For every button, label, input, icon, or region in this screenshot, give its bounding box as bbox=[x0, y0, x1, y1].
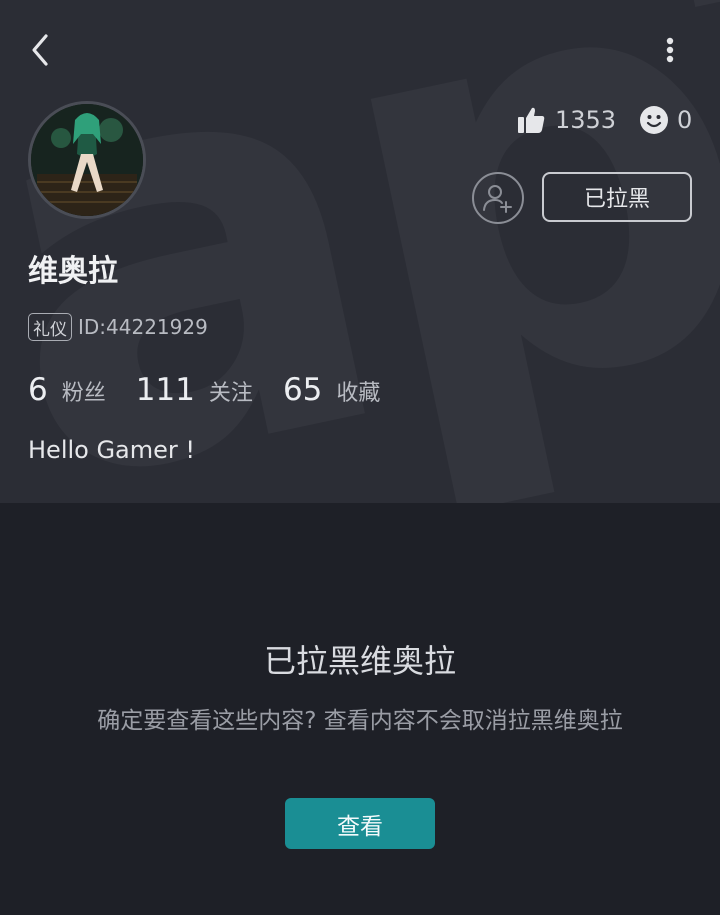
thumbs-up-icon bbox=[518, 107, 545, 133]
avatar-image bbox=[31, 104, 143, 216]
following-count[interactable]: 111 bbox=[136, 372, 195, 408]
emoji-stat[interactable]: 0 bbox=[639, 102, 692, 138]
blocked-status-button[interactable]: 已拉黑 bbox=[542, 172, 692, 222]
user-id: ID:44221929 bbox=[78, 315, 208, 339]
favorites-count[interactable]: 65 bbox=[283, 372, 322, 408]
user-tag-badge: 礼仪 bbox=[28, 313, 72, 341]
emoji-count: 0 bbox=[677, 106, 693, 134]
avatar[interactable] bbox=[28, 101, 146, 219]
following-label[interactable]: 关注 bbox=[209, 375, 253, 407]
fans-label[interactable]: 粉丝 bbox=[62, 375, 106, 407]
chevron-left-icon bbox=[32, 34, 48, 66]
more-options-button[interactable] bbox=[654, 30, 686, 70]
profile-counts: 6 粉丝 111 关注 65 收藏 bbox=[28, 372, 410, 408]
view-content-button[interactable]: 查看 bbox=[285, 798, 435, 849]
fans-count[interactable]: 6 bbox=[28, 372, 48, 408]
add-user-icon bbox=[483, 185, 512, 213]
profile-header: apTa 1353 0 已拉黑 维奥拉 礼仪 ID:44221929 6 粉丝 … bbox=[0, 0, 720, 503]
likes-count: 1353 bbox=[555, 106, 617, 134]
like-stat[interactable]: 1353 bbox=[515, 102, 616, 138]
more-vertical-icon bbox=[666, 37, 674, 63]
profile-bio: Hello Gamer ! bbox=[28, 436, 196, 464]
favorites-label[interactable]: 收藏 bbox=[336, 375, 380, 407]
blocked-notice-title: 已拉黑维奥拉 bbox=[263, 642, 456, 680]
username: 维奥拉 bbox=[28, 254, 118, 289]
blocked-notice-description: 确定要查看这些内容? 查看内容不会取消拉黑维奥拉 bbox=[97, 708, 623, 734]
back-button[interactable] bbox=[24, 30, 58, 70]
smiley-icon bbox=[640, 106, 668, 134]
follow-button[interactable] bbox=[472, 172, 524, 224]
